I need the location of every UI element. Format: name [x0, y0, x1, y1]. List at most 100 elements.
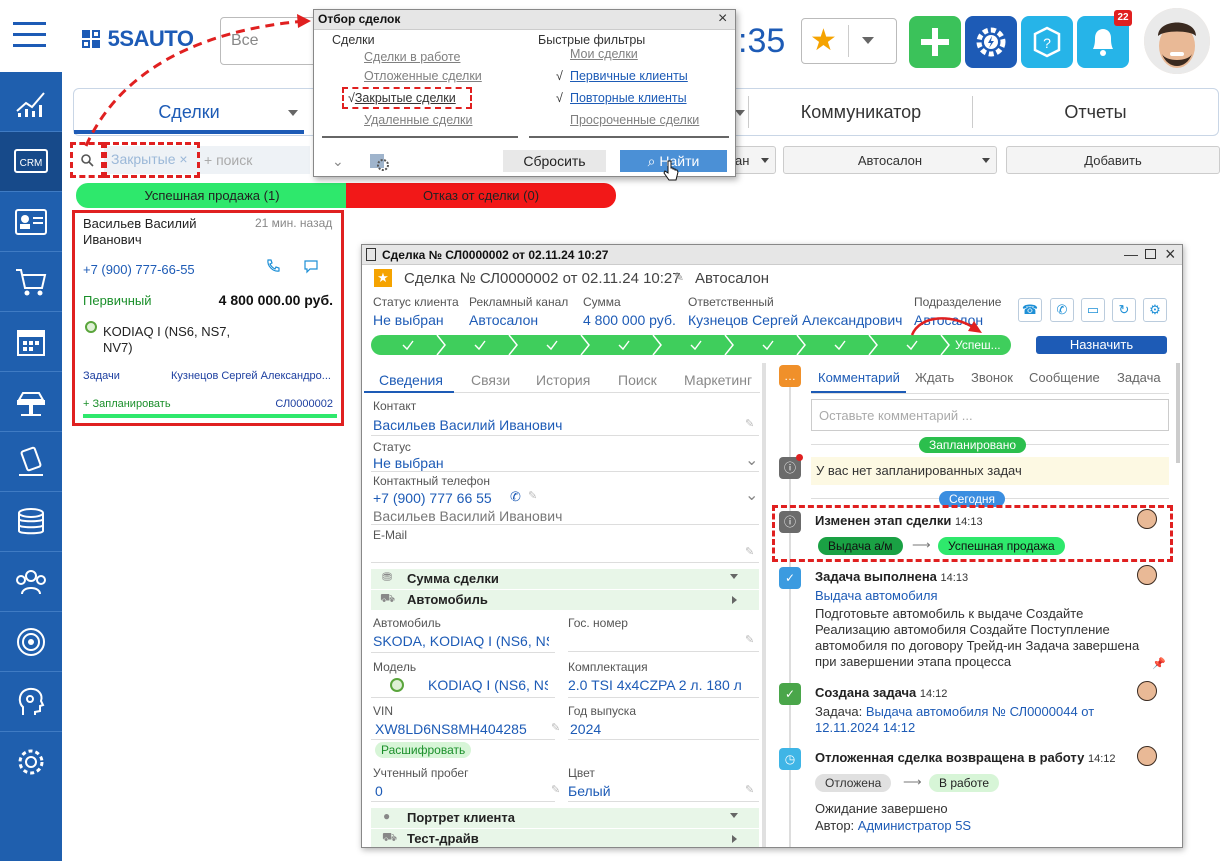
ad-channel-value[interactable]: Автосалон — [469, 312, 538, 328]
help-support-button[interactable]: ? — [1021, 16, 1073, 68]
deal-card-code[interactable]: СЛ0000002 — [275, 398, 333, 410]
clock-display: :35 — [738, 22, 786, 60]
close-icon[interactable]: × — [718, 10, 727, 28]
mileage-value[interactable]: 0 — [375, 783, 383, 799]
star-icon[interactable]: ★ — [810, 25, 837, 57]
phone-call-icon[interactable]: ✆ — [510, 489, 521, 505]
responsible-value[interactable]: Кузнецов Сергей Александрович — [688, 312, 902, 328]
target-icon[interactable] — [0, 612, 62, 672]
filter-reset-button[interactable]: Сбросить — [503, 150, 606, 172]
favorites-control[interactable]: ★ — [801, 18, 897, 64]
contact-value[interactable]: Васильев Василий Иванович — [373, 417, 562, 433]
tab-details[interactable]: Сведения — [379, 372, 443, 388]
tab-wait[interactable]: Ждать — [915, 370, 954, 385]
settings-gear-icon[interactable]: ⚙ — [1143, 298, 1167, 322]
message-icon[interactable]: ▭ — [1081, 298, 1105, 322]
deal-card-phone[interactable]: +7 (900) 777-66-55 — [83, 262, 195, 277]
year-value[interactable]: 2024 — [570, 721, 601, 737]
tab-message[interactable]: Сообщение — [1029, 370, 1100, 385]
settings-gear-icon[interactable] — [0, 732, 62, 792]
equipment-value[interactable]: 2.0 TSI 4x4CZPA 2 л. 180 л — [568, 677, 744, 693]
section-client-portrait[interactable]: Портрет клиента — [371, 808, 759, 828]
filter-dropdown-salon[interactable]: Автосалон — [783, 146, 997, 174]
contacts-icon[interactable] — [0, 192, 62, 252]
edit-pencil-icon[interactable]: ✎ — [674, 270, 684, 284]
assign-button[interactable]: Назначить — [1036, 336, 1167, 354]
section-deal-sum[interactable]: Сумма сделки — [371, 569, 759, 589]
amount-value[interactable]: 4 800 000 руб. — [583, 312, 676, 328]
support-head-icon[interactable] — [0, 672, 62, 732]
section-test-drive[interactable]: Тест-драйв — [371, 829, 759, 847]
calendar-icon[interactable] — [0, 312, 62, 372]
parts-icon[interactable] — [0, 432, 62, 492]
minimize-icon[interactable]: — — [1124, 246, 1138, 262]
deal-card[interactable]: Васильев Василий Иванович 21 мин. назад … — [72, 210, 344, 426]
finance-icon[interactable] — [0, 492, 62, 552]
tab-reports[interactable]: Отчеты — [973, 88, 1218, 136]
add-new-button[interactable] — [909, 16, 961, 68]
edit-pencil-icon[interactable]: ✎ — [551, 783, 560, 796]
tab-search[interactable]: Поиск — [618, 372, 657, 388]
maximize-icon[interactable] — [1145, 249, 1156, 259]
car-value[interactable]: SKODA, KODIAQ I (NS6, NS — [373, 633, 549, 649]
phone-dropdown-chevron-icon[interactable]: ⌄ — [745, 485, 758, 505]
phone-call-icon[interactable] — [265, 258, 281, 277]
filter-my-deals[interactable]: Мои сделки — [570, 47, 638, 61]
edit-pencil-icon[interactable]: ✎ — [745, 545, 754, 558]
decode-vin-button[interactable]: Расшифровать — [375, 742, 472, 758]
favorite-star-icon[interactable]: ★ — [374, 269, 392, 287]
event-task-link[interactable]: Выдача автомобиля — [815, 588, 938, 603]
car-lift-icon[interactable] — [0, 372, 62, 432]
deal-card-tasks-link[interactable]: Задачи — [83, 370, 120, 382]
model-value[interactable]: KODIAQ I (NS6, NS — [428, 677, 548, 693]
tab-partial-dropdown-arrow-icon[interactable] — [735, 110, 745, 116]
team-icon[interactable] — [0, 552, 62, 612]
filter-dropdown-1[interactable]: ан — [730, 146, 776, 174]
edit-pencil-icon[interactable]: ✎ — [551, 721, 560, 734]
favorites-dropdown-arrow-icon[interactable] — [862, 37, 874, 44]
message-icon[interactable] — [303, 258, 319, 277]
filter-repeat-clients[interactable]: Повторные клиенты — [570, 91, 687, 105]
status-dropdown-chevron-icon[interactable]: ⌄ — [745, 450, 758, 470]
color-value[interactable]: Белый — [568, 783, 611, 799]
event-time: 14:13 — [955, 516, 983, 528]
left-panel-scrollbar[interactable] — [762, 363, 766, 847]
tab-communicator[interactable]: Коммуникатор — [750, 88, 972, 136]
user-avatar[interactable] — [1144, 8, 1210, 74]
car-icon: ⛟ — [380, 591, 396, 605]
edit-pencil-icon[interactable]: ✎ — [745, 633, 754, 646]
tab-links[interactable]: Связи — [471, 372, 510, 388]
comment-input[interactable]: Оставьте комментарий ... — [811, 399, 1169, 431]
deal-card-manager[interactable]: Кузнецов Сергей Александро... — [171, 370, 337, 382]
refresh-icon[interactable]: ↻ — [1112, 298, 1136, 322]
deal-card-plan-link[interactable]: + Запланировать — [83, 398, 171, 410]
right-panel-scrollbar[interactable] — [1176, 363, 1180, 463]
vin-value[interactable]: XW8LD6NS8MH404285 — [375, 721, 527, 737]
filter-overdue-deals[interactable]: Просроченные сделки — [570, 113, 699, 127]
tab-call[interactable]: Звонок — [971, 370, 1013, 385]
quick-settings-button[interactable] — [965, 16, 1017, 68]
section-car[interactable]: Автомобиль — [371, 590, 759, 610]
tab-marketing[interactable]: Маркетинг — [684, 372, 752, 388]
cart-icon[interactable] — [0, 252, 62, 312]
divider — [529, 136, 729, 138]
edit-pencil-icon[interactable]: ✎ — [745, 783, 754, 796]
phone-call-icon[interactable]: ✆ — [1050, 298, 1074, 322]
comment-bubble-icon[interactable]: … — [779, 365, 801, 387]
close-icon[interactable]: × — [1165, 245, 1176, 265]
event-author-link[interactable]: Администратор 5S — [858, 818, 971, 833]
client-status-value[interactable]: Не выбран — [373, 312, 444, 328]
filter-primary-clients[interactable]: Первичные клиенты — [570, 69, 688, 83]
email-field[interactable] — [371, 543, 759, 563]
status-value[interactable]: Не выбран — [373, 455, 444, 471]
tab-task[interactable]: Задача — [1117, 370, 1161, 385]
edit-pencil-icon[interactable]: ✎ — [745, 417, 754, 430]
pin-icon[interactable]: 📌 — [1152, 657, 1166, 670]
call-transfer-icon[interactable]: ☎ — [1018, 298, 1042, 322]
tab-history[interactable]: История — [536, 372, 590, 388]
gos-number-field[interactable] — [568, 633, 759, 652]
tab-comment[interactable]: Комментарий — [818, 370, 900, 385]
edit-pencil-icon[interactable]: ✎ — [528, 489, 537, 502]
phone-value[interactable]: +7 (900) 777 66 55 — [373, 490, 492, 506]
add-deal-button[interactable]: Добавить — [1006, 146, 1220, 174]
